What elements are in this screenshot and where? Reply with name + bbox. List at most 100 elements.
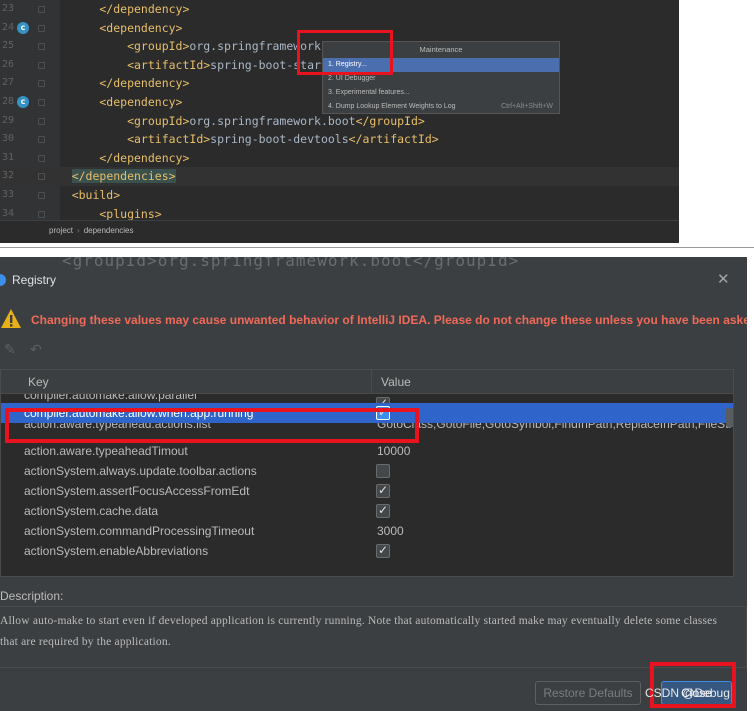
column-divider (371, 370, 372, 394)
table-row[interactable]: actionSystem.enableAbbreviations (1, 541, 733, 561)
code-line[interactable]: 30 <artifactId>spring-boot-devtools</art… (0, 130, 679, 149)
code-token: </artifactId> (348, 132, 439, 147)
dialog-title: Registry (12, 273, 57, 287)
line-number: 33 (2, 188, 15, 200)
code-token: </dependencies> (71, 169, 176, 184)
code-token: <dependency> (44, 20, 183, 35)
row-value[interactable]: 10000 (377, 444, 410, 458)
breadcrumb-separator-icon: › (77, 226, 80, 235)
run-config-gutter-icon[interactable]: c (17, 95, 29, 108)
table-header: Key Value (1, 370, 733, 394)
table-row[interactable]: actionSystem.cache.data (1, 501, 733, 521)
code-text: <dependency> (44, 93, 182, 112)
code-text: </dependencies> (44, 167, 176, 186)
value-checkbox[interactable] (376, 483, 390, 498)
code-text: <build> (44, 186, 120, 205)
table-row[interactable]: actionSystem.assertFocusAccessFromEdt (1, 481, 733, 501)
code-line[interactable]: 23 </dependency> (0, 0, 679, 19)
code-token: <groupId> (44, 113, 190, 128)
divider (0, 247, 754, 248)
value-checkbox[interactable] (376, 543, 390, 558)
code-token: spring-boot-devtools (210, 132, 349, 147)
row-key: actionSystem.commandProcessingTimeout (24, 524, 255, 538)
breadcrumb-item-dependencies[interactable]: dependencies (84, 226, 134, 235)
row-key: actionSystem.cache.data (24, 504, 159, 518)
code-line[interactable]: 31 </dependency> (0, 149, 679, 168)
code-text: <artifactId>spring-boot-starte (44, 56, 335, 75)
description-panel: Allow auto-make to start even if develop… (0, 606, 747, 668)
column-header-key[interactable]: Key (28, 375, 49, 389)
table-row[interactable]: compiler.automake.allow.parallel (1, 394, 733, 403)
code-text: <dependency> (44, 19, 182, 38)
line-number: 31 (2, 151, 15, 163)
restore-defaults-button[interactable]: Restore Defaults (535, 681, 641, 705)
highlight-box-registry (297, 30, 393, 75)
popup-item-label: 4. Dump Lookup Element Weights to Log (328, 103, 456, 110)
line-number: 25 (2, 40, 15, 52)
popup-item-shortcut: Ctrl+Alt+Shift+W (501, 103, 553, 110)
code-text: </dependency> (44, 149, 189, 168)
line-number: 30 (2, 133, 15, 145)
line-number: 28 (2, 95, 15, 107)
line-number: 23 (2, 3, 15, 14)
code-line[interactable]: 29 <groupId>org.springframework.boot</gr… (0, 112, 679, 131)
code-token: <build> (44, 187, 121, 202)
line-number: 26 (2, 58, 15, 70)
popup-item-experimental-features[interactable]: 3. Experimental features... (323, 86, 559, 100)
code-text: <artifactId>spring-boot-devtools</artifa… (44, 130, 439, 149)
row-key: action.aware.typeaheadTimout (24, 444, 188, 458)
edit-icon[interactable]: ✎ (4, 341, 16, 358)
row-value[interactable]: 3000 (377, 524, 404, 538)
code-token: <plugins> (44, 206, 162, 221)
table-row[interactable]: actionSystem.commandProcessingTimeout 300… (1, 521, 733, 541)
code-editor[interactable]: 23 </dependency> 24 c <dependency> 25 <grou… (0, 0, 679, 243)
value-checkbox[interactable] (376, 464, 390, 478)
code-token: <groupId> (44, 39, 190, 54)
value-checkbox[interactable] (376, 503, 390, 518)
highlight-box-close-button (650, 662, 736, 708)
close-icon[interactable]: ✕ (717, 270, 730, 288)
revert-icon[interactable]: ↶ (30, 341, 42, 358)
vertical-scrollbar[interactable] (726, 394, 733, 576)
column-header-value[interactable]: Value (381, 375, 411, 389)
code-token: </dependency> (44, 150, 190, 165)
code-line[interactable]: 32 </dependencies> (0, 167, 679, 186)
line-number: 27 (2, 77, 15, 89)
row-value[interactable]: GotoClass,GotoFile,GotoSymbol,FindInPath… (377, 423, 733, 431)
popup-item-label: 3. Experimental features... (328, 89, 410, 96)
code-line[interactable]: 33 <build> (0, 186, 679, 205)
code-token: org.springframework.boot (189, 113, 356, 128)
scrollbar-thumb[interactable] (726, 408, 733, 427)
dialog-title-bar: Registry ✕ (0, 271, 747, 291)
warning-message: Changing these values may cause unwanted… (31, 313, 747, 327)
description-label: Description: (0, 589, 64, 603)
watermark: CSDN @Debug (645, 686, 730, 700)
code-token: <dependency> (44, 94, 183, 109)
code-token: </dependency> (44, 2, 190, 16)
code-token: <artifactId> (44, 57, 211, 72)
breadcrumb-item-project[interactable]: project (49, 226, 73, 235)
registry-toolbar: ✎ ↶ (0, 341, 200, 361)
row-key: actionSystem.assertFocusAccessFromEdt (24, 484, 250, 498)
registry-dialog: <groupId>org.springframework.boot</group… (0, 257, 747, 711)
code-token: <artifactId> (44, 132, 211, 147)
background-code-ghost: <groupId>org.springframework.boot</group… (62, 257, 520, 270)
code-text: <groupId>org.springframework.boot</group… (44, 112, 425, 131)
highlight-box-setting (5, 408, 419, 443)
registry-table: Key Value compiler.automake.allow.parall… (0, 369, 734, 577)
line-number: 29 (2, 114, 15, 126)
run-config-gutter-icon[interactable]: c (17, 21, 29, 34)
code-text: </dependency> (44, 0, 189, 19)
table-row[interactable]: actionSystem.always.update.toolbar.actio… (1, 461, 733, 481)
intellij-app-icon (0, 274, 6, 286)
row-key: actionSystem.always.update.toolbar.actio… (24, 464, 257, 478)
table-row[interactable]: action.aware.typeaheadTimout 10000 (1, 441, 733, 461)
row-key: compiler.automake.allow.parallel (24, 394, 197, 402)
popup-item-dump-lookup-weights[interactable]: 4. Dump Lookup Element Weights to Log Ctr… (323, 100, 559, 114)
line-number: 24 (2, 21, 15, 33)
row-key: actionSystem.enableAbbreviations (24, 544, 209, 558)
code-token: </dependency> (44, 76, 190, 91)
breadcrumb: project › dependencies (0, 220, 679, 243)
code-token: </groupId> (355, 113, 425, 128)
